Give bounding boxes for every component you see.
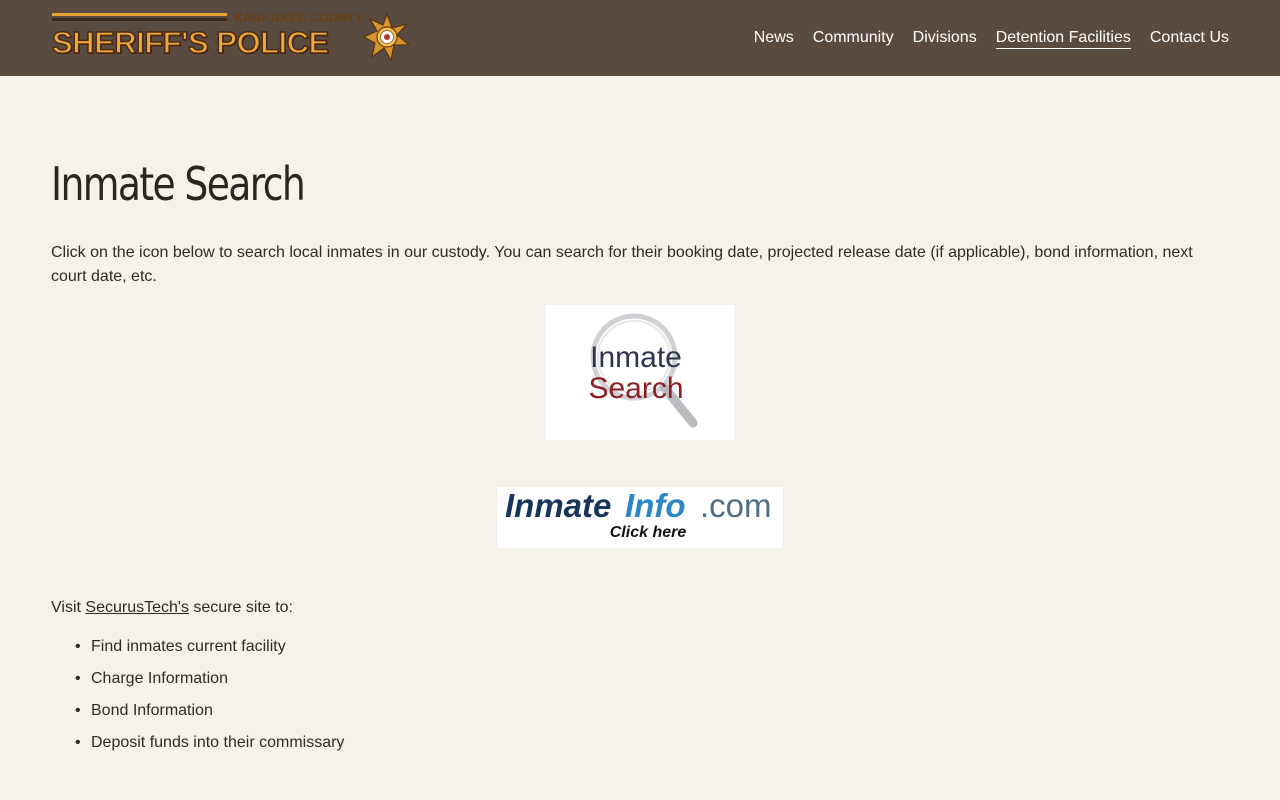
banner-word-inmate: Inmate — [505, 487, 611, 524]
site-header: KANKAKEE COUNTY SHERIFF'S POLICE News Co… — [0, 0, 1280, 76]
inmate-search-link[interactable]: Inmate Search — [546, 305, 734, 440]
inmateinfo-banner-link[interactable]: Inmate Info .com Click here — [497, 487, 783, 548]
bullet-icon: • — [75, 638, 81, 655]
inmate-search-line2: Search — [588, 372, 683, 405]
page-title: Inmate Search — [51, 157, 306, 211]
bullet-icon: • — [75, 734, 81, 751]
bullet-icon: • — [75, 702, 81, 719]
list-item: • Deposit funds into their commissary — [75, 732, 344, 764]
features-list: • Find inmates current facility • Charge I… — [75, 636, 344, 764]
list-item: • Bond Information — [75, 700, 344, 732]
sheriff-star-icon — [362, 12, 411, 62]
nav-item-divisions[interactable]: Divisions — [913, 28, 977, 49]
intro-text: Click on the icon below to search local … — [51, 244, 1193, 285]
main-nav: News Community Divisions Detention Facil… — [754, 28, 1229, 49]
banner-word-com: .com — [700, 487, 772, 524]
inmate-search-line1: Inmate — [590, 341, 682, 374]
magnifier-icon: Inmate Search — [588, 313, 698, 428]
feature-label: Charge Information — [91, 670, 228, 687]
nav-item-news[interactable]: News — [754, 28, 794, 49]
banner-word-info: Info — [625, 487, 685, 524]
bullet-icon: • — [75, 670, 81, 687]
banner-cta: Click here — [610, 524, 687, 541]
logo-stripe-dark — [52, 18, 227, 21]
nav-item-detention-facilities[interactable]: Detention Facilities — [995, 28, 1131, 49]
securustech-link[interactable]: SecurusTech's — [85, 599, 189, 616]
nav-item-community[interactable]: Community — [813, 28, 894, 49]
feature-label: Deposit funds into their commissary — [91, 734, 345, 751]
site-logo[interactable]: KANKAKEE COUNTY SHERIFF'S POLICE — [51, 10, 412, 66]
feature-label: Find inmates current facility — [91, 638, 286, 655]
visit-prefix: Visit — [51, 599, 86, 616]
logo-stripe-gold — [52, 13, 227, 16]
inmateinfo-banner: Inmate Info .com Click here — [505, 487, 772, 541]
logo-county-text: KANKAKEE COUNTY — [234, 11, 364, 25]
visit-suffix: secure site to: — [188, 599, 293, 616]
nav-item-contact-us[interactable]: Contact Us — [1150, 28, 1229, 49]
feature-label: Bond Information — [91, 702, 213, 719]
visit-text: Visit SecurusTech's secure site to: — [51, 597, 293, 619]
list-item: • Charge Information — [75, 668, 344, 700]
list-item: • Find inmates current facility — [75, 636, 344, 668]
logo-title: SHERIFF'S POLICE — [51, 24, 330, 61]
